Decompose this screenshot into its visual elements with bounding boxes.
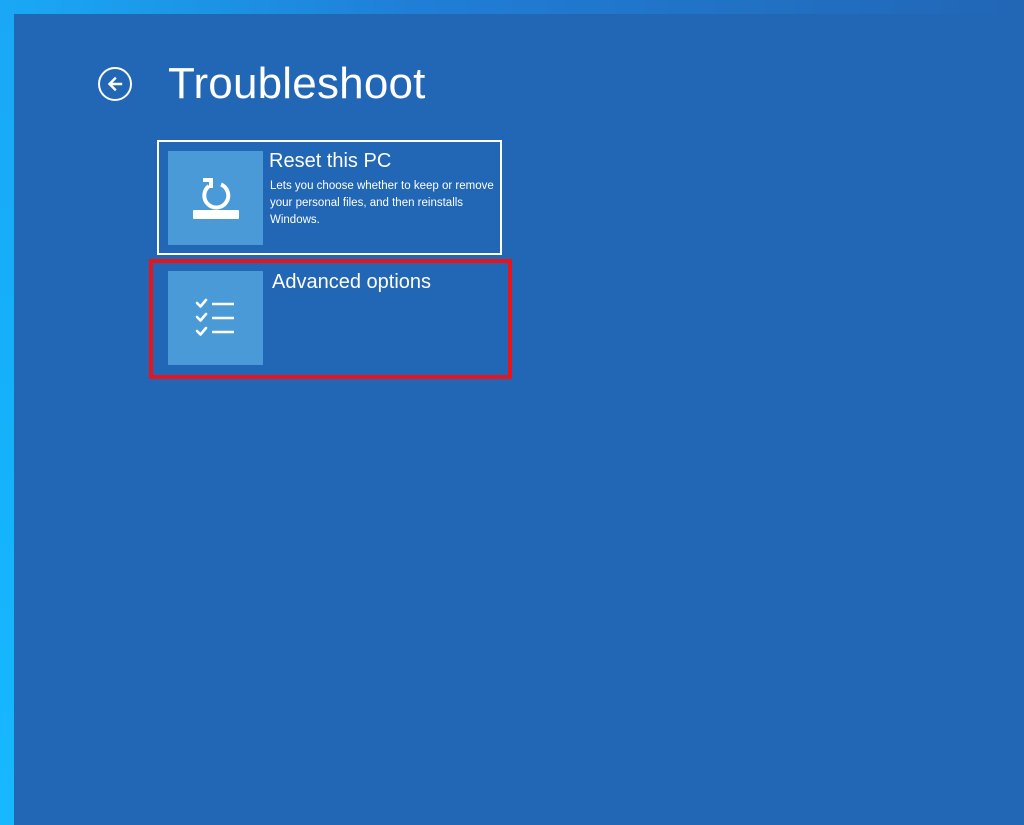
back-arrow-icon [107,76,123,92]
advanced-options-option[interactable]: Advanced options [149,259,512,379]
reset-this-pc-description: Lets you choose whether to keep or remov… [270,180,494,226]
reset-this-pc-option[interactable]: Reset this PC Lets you choose whether to… [157,140,502,255]
reset-pc-icon-box [168,151,263,245]
back-button[interactable] [98,67,132,101]
header: Troubleshoot [98,58,426,110]
reset-this-pc-title: Reset this PC [269,150,392,172]
reset-pc-icon [192,178,239,219]
advanced-options-title: Advanced options [272,271,432,293]
top-edge-gradient [0,0,1024,14]
checklist-icon [195,298,234,336]
advanced-options-icon-box [168,271,263,365]
left-edge-gradient [0,0,14,825]
page-title: Troubleshoot [168,59,426,108]
